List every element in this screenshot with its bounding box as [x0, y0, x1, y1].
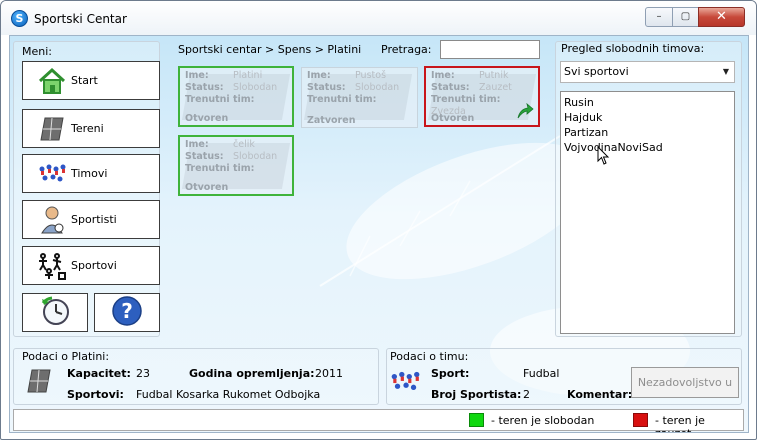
menu-sportisti-label: Sportisti [71, 213, 117, 226]
court-status: Slobodan [233, 151, 278, 162]
menu-sportisti-button[interactable]: Sportisti [22, 200, 160, 239]
court-card-pustos[interactable]: Ime: Pustoš Status: Slobodan Trenutni tim:… [301, 67, 418, 128]
court-icon [24, 366, 54, 399]
free-teams-list[interactable]: Rusin Hajduk Partizan VojvodinaNoviSad [560, 91, 735, 334]
court-status-label: Status: [185, 82, 224, 93]
busy-color-swatch [633, 413, 648, 427]
team-count-label: Broj Sportista: [431, 388, 522, 401]
sport-filter-select[interactable]: Svi sportovi ▼ [560, 61, 735, 83]
green-arrow-icon [516, 102, 534, 123]
app-logo-icon: S [11, 10, 28, 27]
menu-timovi-button[interactable]: Timovi [22, 154, 160, 193]
court-status-label: Status: [307, 82, 346, 93]
court-name: Platini [233, 70, 263, 81]
maximize-button[interactable]: ▢ [672, 7, 699, 27]
help-icon: ? [111, 295, 143, 330]
list-item[interactable]: Partizan [564, 125, 731, 140]
capacity-label: Kapacitet: [67, 367, 131, 380]
court-status-label: Status: [185, 151, 224, 162]
team-icon [37, 159, 67, 189]
court-name-label: Ime: [307, 70, 331, 81]
court-open-state: Otvoren [185, 182, 229, 193]
title-bar: S Sportski Centar – ▢ ✕ [1, 1, 756, 35]
court-name-label: Ime: [431, 70, 455, 81]
court-team-label: Trenutni tim: [307, 94, 377, 105]
window-title: Sportski Centar [34, 12, 127, 26]
court-name: Pustoš [355, 70, 387, 81]
complaint-button[interactable]: Nezadovoljstvo u [631, 367, 739, 398]
court-info-title: Podaci o Platini: [22, 350, 110, 363]
breadcrumb: Sportski centar > Spens > Platini [178, 43, 362, 56]
legend-busy-text: - teren je zauzet [655, 414, 705, 432]
list-item[interactable]: VojvodinaNoviSad [564, 140, 731, 155]
court-open-state: Otvoren [431, 113, 475, 124]
free-teams-title: Pregled slobodnih timova: [561, 42, 705, 55]
mouse-cursor-icon [597, 146, 610, 165]
sports-label: Sportovi: [67, 388, 124, 401]
court-card-platini[interactable]: Ime: Platini Status: Slobodan Trenutni tim… [178, 66, 294, 127]
athlete-icon [37, 205, 67, 235]
legend-free-text: - teren je slobodan [491, 414, 595, 427]
comment-label: Komentar: [567, 388, 633, 401]
menu-tereni-button[interactable]: Tereni [22, 109, 160, 148]
menu-sportovi-label: Sportovi [71, 259, 117, 272]
search-input[interactable] [440, 40, 540, 59]
minimize-button[interactable]: – [645, 7, 673, 27]
court-status-label: Status: [431, 82, 470, 93]
app-window: S Sportski Centar – ▢ ✕ Meni: Start Tere… [0, 0, 757, 440]
clock-icon [39, 295, 71, 330]
court-team-label: Trenutni tim: [185, 94, 255, 105]
menu-title: Meni: [22, 45, 52, 58]
court-open-state: Otvoren [185, 113, 229, 124]
team-icon [388, 366, 422, 401]
court-name-label: Ime: [185, 70, 209, 81]
court-card-putnik[interactable]: Ime: Putnik Status: Zauzet Trenutni tim: Z… [424, 66, 540, 127]
menu-tereni-label: Tereni [71, 122, 104, 135]
court-name: čelik [233, 139, 255, 150]
list-item[interactable]: Rusin [564, 95, 731, 110]
court-status: Slobodan [355, 82, 400, 93]
help-button[interactable]: ? [94, 293, 160, 332]
court-icon [37, 114, 67, 144]
chevron-down-icon: ▼ [722, 67, 729, 76]
menu-timovi-label: Timovi [71, 167, 108, 180]
search-label: Pretraga: [381, 43, 432, 56]
sports-value: Fudbal Kosarka Rukomet Odbojka [136, 388, 321, 401]
court-status: Slobodan [233, 82, 278, 93]
team-sport-value: Fudbal [523, 367, 560, 380]
clock-button[interactable] [22, 293, 88, 332]
svg-text:?: ? [121, 299, 133, 323]
legend-bar: - teren je slobodan - teren je zauzet [13, 409, 744, 432]
team-info-title: Podaci o timu: [390, 350, 469, 363]
court-status: Zauzet [479, 82, 512, 93]
court-name-label: Ime: [185, 139, 209, 150]
team-sport-label: Sport: [431, 367, 470, 380]
menu-start-button[interactable]: Start [22, 61, 160, 100]
menu-start-label: Start [71, 74, 98, 87]
main-area: Meni: Start Tereni Timovi Sportisti Spor… [9, 35, 749, 433]
background-bridge [319, 135, 561, 287]
home-icon [37, 66, 67, 96]
sport-filter-value: Svi sportovi [564, 65, 629, 78]
court-card-celik[interactable]: Ime: čelik Status: Slobodan Trenutni tim: … [178, 135, 294, 196]
sports-icon [37, 251, 67, 281]
free-color-swatch [469, 413, 484, 427]
year-label: Godina opremljenja: [189, 367, 315, 380]
team-count-value: 2 [523, 388, 530, 401]
list-item[interactable]: Hajduk [564, 110, 731, 125]
close-button[interactable]: ✕ [698, 7, 745, 27]
year-value: 2011 [315, 367, 343, 380]
court-team-label: Trenutni tim: [431, 94, 501, 105]
court-open-state: Zatvoren [307, 115, 356, 126]
capacity-value: 23 [136, 367, 150, 380]
menu-sportovi-button[interactable]: Sportovi [22, 246, 160, 285]
court-team-label: Trenutni tim: [185, 163, 255, 174]
court-name: Putnik [479, 70, 509, 81]
